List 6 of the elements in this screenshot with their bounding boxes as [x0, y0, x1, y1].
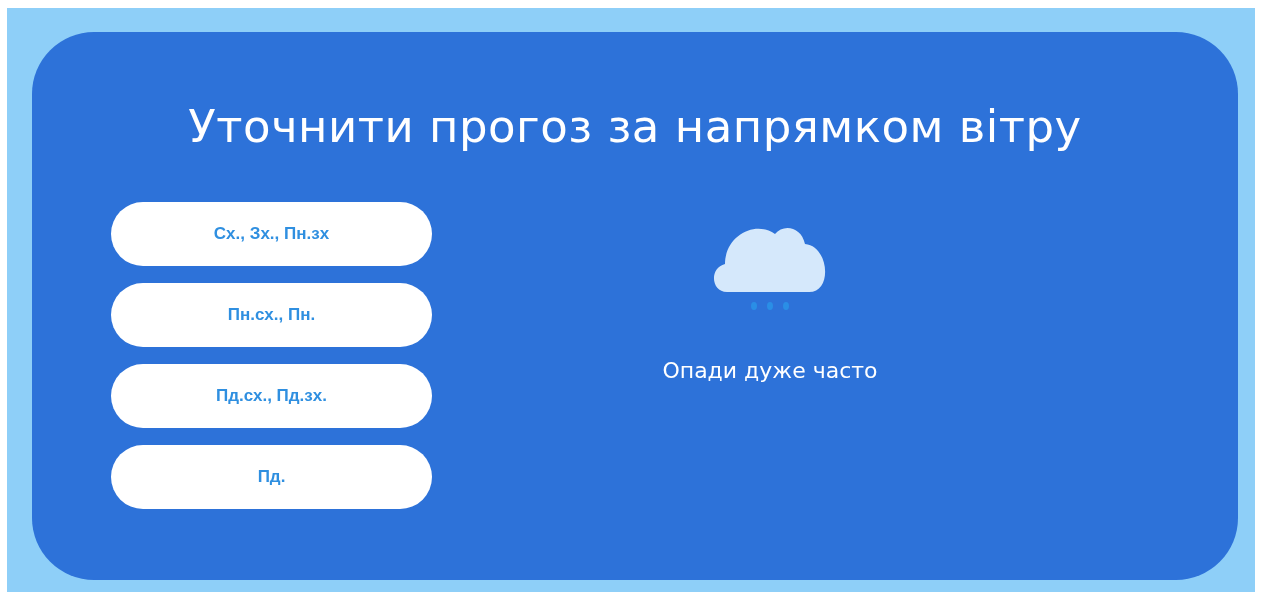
wind-direction-button[interactable]: Пд.	[111, 444, 432, 509]
forecast-text: Опади дуже часто	[662, 356, 878, 385]
wind-direction-button[interactable]: Пд.сх., Пд.зх.	[111, 363, 432, 428]
wind-direction-button[interactable]: Пн.сх., Пн.	[111, 282, 432, 347]
wind-direction-button[interactable]: Сх., Зх., Пн.зх	[111, 201, 432, 266]
title: Уточнити прогоз за напрямком вітру	[187, 102, 1083, 152]
